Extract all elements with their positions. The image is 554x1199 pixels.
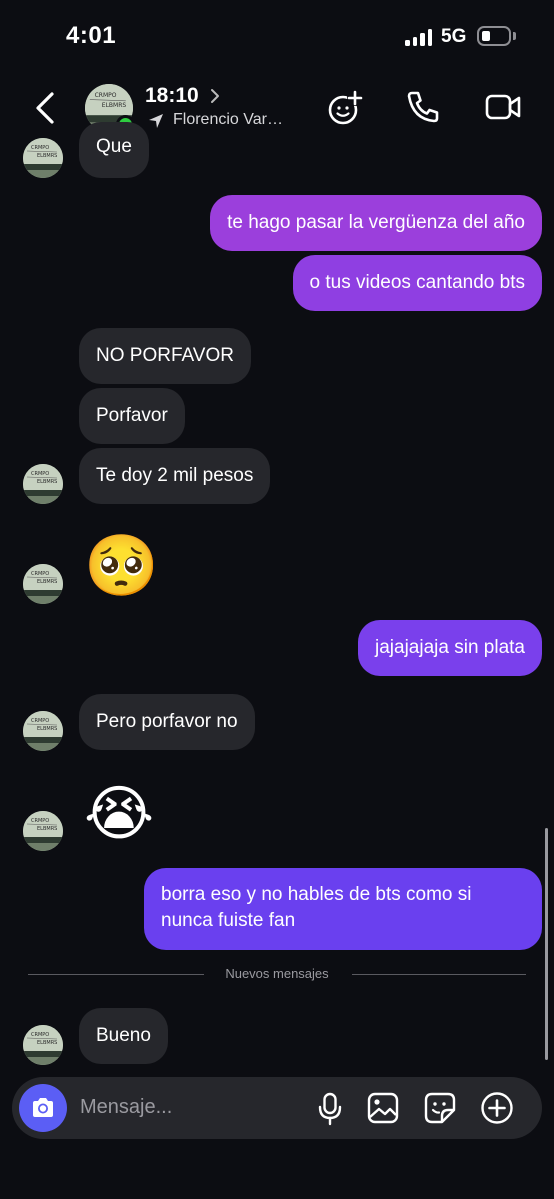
video-camera-icon[interactable] bbox=[483, 87, 523, 127]
back-chevron-icon[interactable] bbox=[28, 88, 64, 128]
camera-icon bbox=[33, 1098, 53, 1117]
sender-avatar[interactable] bbox=[23, 564, 63, 604]
emoji-crying-message[interactable]: 😭 bbox=[84, 779, 154, 849]
message-outgoing[interactable]: borra eso y no hables de bts como si nun… bbox=[144, 868, 542, 950]
message-incoming[interactable]: Te doy 2 mil pesos bbox=[79, 448, 271, 504]
battery-tip bbox=[513, 32, 516, 40]
contact-name[interactable]: 18:10 bbox=[145, 84, 199, 108]
message-incoming[interactable]: Porfavor bbox=[79, 388, 185, 444]
message-incoming[interactable]: Pero porfavor no bbox=[79, 694, 255, 750]
effects-icon[interactable] bbox=[326, 87, 366, 127]
camera-button[interactable] bbox=[19, 1084, 67, 1132]
message-input[interactable]: Mensaje... bbox=[80, 1096, 172, 1119]
chevron-right-icon[interactable] bbox=[209, 87, 221, 105]
message-incoming[interactable]: Bueno bbox=[79, 1008, 168, 1064]
contact-location[interactable]: Florencio Var… bbox=[173, 111, 283, 129]
scrollbar[interactable] bbox=[545, 828, 548, 1060]
sender-avatar[interactable] bbox=[23, 711, 63, 751]
message-outgoing[interactable]: jajajajaja sin plata bbox=[358, 620, 542, 676]
location-arrow-icon bbox=[149, 114, 163, 128]
signal-strength-icon bbox=[405, 29, 432, 46]
battery-icon bbox=[477, 26, 511, 46]
sender-avatar[interactable] bbox=[23, 138, 63, 178]
plus-icon[interactable] bbox=[480, 1091, 514, 1125]
microphone-icon[interactable] bbox=[314, 1092, 346, 1126]
network-type: 5G bbox=[441, 26, 467, 47]
message-incoming[interactable]: NO PORFAVOR bbox=[79, 328, 251, 384]
sender-avatar[interactable] bbox=[23, 1025, 63, 1065]
status-time: 4:01 bbox=[66, 22, 117, 49]
phone-icon[interactable] bbox=[403, 87, 443, 127]
sender-avatar[interactable] bbox=[23, 811, 63, 851]
message-incoming[interactable]: Que bbox=[79, 122, 149, 178]
message-outgoing[interactable]: o tus videos cantando bts bbox=[292, 255, 542, 311]
message-outgoing[interactable]: te hago pasar la vergüenza del año bbox=[210, 195, 542, 251]
sticker-icon[interactable] bbox=[423, 1091, 457, 1125]
gallery-icon[interactable] bbox=[366, 1091, 400, 1125]
emoji-pleading-message[interactable]: 🥺 bbox=[84, 531, 159, 601]
sender-avatar[interactable] bbox=[23, 464, 63, 504]
divider-line-right bbox=[352, 974, 526, 975]
